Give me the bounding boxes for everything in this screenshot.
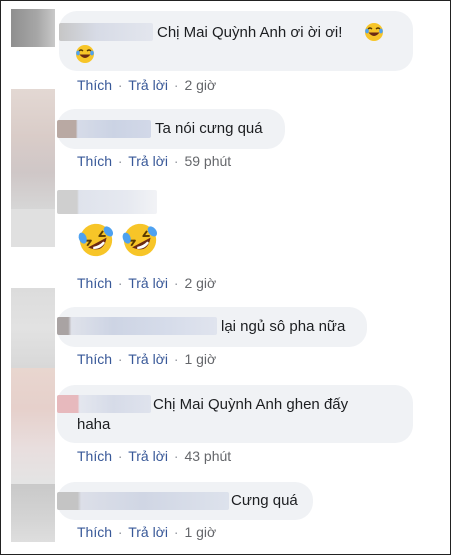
comment-text: Cưng quá [231,492,298,509]
avatar[interactable] [11,209,55,247]
avatar[interactable] [11,89,55,209]
comment-actions: Thích · Trả lời · 2 giờ [77,77,216,93]
comment-text: Chị Mai Quỳnh Anh ơi ời ơi! [157,24,343,41]
reply-link[interactable]: Trả lời [128,275,168,291]
comment-actions: Thích · Trả lời · 1 giờ [77,524,216,540]
comment-text: lại ngủ sô pha nữa [221,318,346,335]
comment-actions: Thích · Trả lời · 1 giờ [77,351,216,367]
separator: · [117,524,123,540]
reply-link[interactable]: Trả lời [128,351,168,367]
rofl-emoji [78,223,114,257]
reply-link[interactable]: Trả lời [128,77,168,93]
separator: · [173,524,179,540]
comment-actions: Thích · Trả lời · 43 phút [77,448,231,464]
avatar[interactable] [11,9,55,47]
avatar[interactable] [11,368,55,484]
separator: · [173,77,179,93]
like-link[interactable]: Thích [77,448,112,464]
reply-link[interactable]: Trả lời [128,153,168,169]
comment-bubble: Chị Mai Quỳnh Anh ghen đấy haha [57,385,413,443]
separator: · [117,77,123,93]
reply-link[interactable]: Trả lời [128,448,168,464]
comment-thread: Chị Mai Quỳnh Anh ơi ời ơi! Thích · Trả … [0,0,451,555]
author-name-blurred[interactable] [57,190,157,214]
like-link[interactable]: Thích [77,153,112,169]
separator: · [117,448,123,464]
timestamp[interactable]: 59 phút [184,153,231,169]
author-name-blurred[interactable] [57,492,229,510]
separator: · [117,351,123,367]
like-link[interactable]: Thích [77,77,112,93]
laughing-tears-emoji [365,23,383,41]
avatar[interactable] [11,288,55,368]
separator: · [117,275,123,291]
separator: · [117,153,123,169]
timestamp[interactable]: 2 giờ [184,275,216,291]
like-link[interactable]: Thích [77,275,112,291]
avatar[interactable] [11,484,55,542]
laughing-tears-emoji [76,45,94,63]
author-name-blurred[interactable] [59,23,153,41]
author-name-blurred[interactable] [57,120,151,138]
comment-bubble: Cưng quá [57,482,313,520]
comment-text-line-1: Chị Mai Quỳnh Anh ghen đấy [153,396,349,413]
author-name-blurred[interactable] [57,317,217,335]
comment-actions: Thích · Trả lời · 59 phút [77,153,231,169]
separator: · [173,351,179,367]
comment-bubble: lại ngủ sô pha nữa [57,307,367,347]
separator: · [173,275,179,291]
comment-bubble: Ta nói cưng quá [57,109,285,149]
reply-link[interactable]: Trả lời [128,524,168,540]
timestamp[interactable]: 43 phút [184,448,231,464]
separator: · [173,153,179,169]
comment-actions: Thích · Trả lời · 2 giờ [77,275,216,291]
author-name-blurred[interactable] [57,395,151,413]
comment-text-line-2: haha [77,416,111,433]
like-link[interactable]: Thích [77,351,112,367]
comment-text: Ta nói cưng quá [155,120,263,137]
separator: · [173,448,179,464]
like-link[interactable]: Thích [77,524,112,540]
comment-bubble: Chị Mai Quỳnh Anh ơi ời ơi! [59,11,413,71]
rofl-emoji [122,223,158,257]
timestamp[interactable]: 1 giờ [184,351,216,367]
timestamp[interactable]: 1 giờ [184,524,216,540]
timestamp[interactable]: 2 giờ [184,77,216,93]
